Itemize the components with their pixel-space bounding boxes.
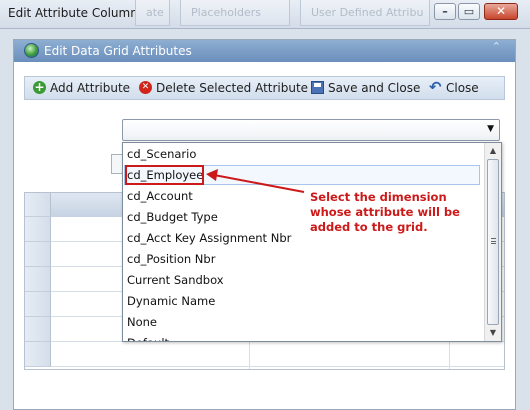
add-icon: + <box>33 80 46 94</box>
dropdown-item-current-sandbox[interactable]: Current Sandbox <box>127 270 224 290</box>
scrollbar-thumb[interactable] <box>487 159 499 325</box>
row-header <box>25 242 51 267</box>
add-attribute-label: Add Attribute <box>50 81 131 95</box>
scroll-down-icon[interactable]: ▼ <box>485 325 501 341</box>
maximize-button[interactable]: ▭ <box>458 3 480 20</box>
row-header <box>25 267 51 292</box>
minimize-button[interactable]: – <box>434 3 456 20</box>
dropdown-item-none[interactable]: None <box>127 312 157 332</box>
save-and-close-label: Save and Close <box>328 81 421 95</box>
background-tab-1[interactable]: ate <box>135 0 170 26</box>
dropdown-item-cd-account[interactable]: cd_Account <box>127 186 193 206</box>
add-attribute-button[interactable]: + Add Attribute <box>33 80 143 96</box>
edit-attribute-columns-window: Edit Attribute Columns ate Placeholders … <box>0 0 530 410</box>
save-icon <box>311 81 324 94</box>
close-icon: ✕ <box>495 4 507 18</box>
row-header <box>25 317 51 342</box>
collapse-chevron-icon[interactable]: ⌃ <box>492 41 501 52</box>
background-tab-user-defined[interactable]: User Defined Attribu <box>300 0 430 26</box>
background-tab-placeholders[interactable]: Placeholders <box>180 0 290 26</box>
delete-icon: ✕ <box>139 81 152 94</box>
dimension-select[interactable]: ▼ <box>122 119 500 141</box>
save-and-close-button[interactable]: Save and Close <box>311 80 427 96</box>
row-header <box>25 292 51 317</box>
globe-icon <box>24 43 39 58</box>
table-row[interactable] <box>25 342 504 367</box>
row-header <box>25 217 51 242</box>
maximize-icon: ▭ <box>463 5 475 18</box>
delete-selected-attribute-button[interactable]: ✕ Delete Selected Attribute <box>139 80 309 96</box>
selected-item-highlight <box>125 165 204 185</box>
panel-header: Edit Data Grid Attributes ⌃ <box>14 40 515 62</box>
panel-title: Edit Data Grid Attributes <box>44 44 192 58</box>
chevron-down-icon[interactable]: ▼ <box>487 124 494 134</box>
close-window-button[interactable]: ✕ <box>484 3 518 20</box>
toolbar: + Add Attribute ✕ Delete Selected Attrib… <box>24 76 505 100</box>
close-button[interactable]: ↶ Close <box>429 80 489 96</box>
dimension-dropdown-list[interactable]: cd_Scenario cd_Employee cd_Account cd_Bu… <box>122 142 502 342</box>
annotation-callout-text: Select the dimension whose attribute wil… <box>310 190 460 234</box>
delete-selected-attribute-label: Delete Selected Attribute <box>156 81 309 95</box>
grid-corner-cell <box>25 193 51 217</box>
scroll-up-icon[interactable]: ▲ <box>485 143 501 159</box>
dropdown-item-cd-acct-key-assignment-nbr[interactable]: cd_Acct Key Assignment Nbr <box>127 228 291 248</box>
dropdown-item-cd-budget-type[interactable]: cd_Budget Type <box>127 207 218 227</box>
grip-icon <box>491 238 496 244</box>
window-titlebar[interactable]: Edit Attribute Columns ate Placeholders … <box>0 0 530 29</box>
close-label: Close <box>446 81 479 95</box>
minimize-icon: – <box>442 5 448 18</box>
dropdown-item-cd-scenario[interactable]: cd_Scenario <box>127 144 196 164</box>
row-header <box>25 342 51 367</box>
dropdown-scrollbar[interactable]: ▲ ▼ <box>484 143 501 341</box>
dropdown-item-default[interactable]: Default <box>127 333 169 341</box>
dropdown-item-dynamic-name[interactable]: Dynamic Name <box>127 291 215 311</box>
undo-arrow-icon: ↶ <box>429 78 442 96</box>
window-title: Edit Attribute Columns <box>8 6 145 20</box>
dropdown-item-cd-position-nbr[interactable]: cd_Position Nbr <box>127 249 215 269</box>
